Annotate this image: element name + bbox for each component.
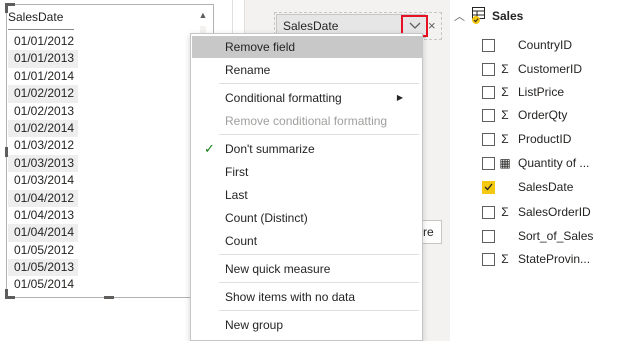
- field-name: ProductID: [518, 132, 572, 146]
- menu-item-label: Don't summarize: [225, 142, 315, 156]
- field-context-menu: Remove field Rename Conditional formatting…: [190, 33, 423, 341]
- sigma-icon: Σ: [501, 108, 509, 122]
- menu-item-last[interactable]: Last: [192, 184, 423, 206]
- field-checkbox[interactable]: [482, 85, 495, 99]
- menu-separator: [219, 310, 419, 311]
- field-item[interactable]: SalesDate: [482, 178, 573, 196]
- menu-item-label: Last: [225, 188, 248, 202]
- field-checkbox[interactable]: [482, 252, 495, 266]
- field-checkbox[interactable]: [482, 108, 495, 122]
- field-item[interactable]: Σ SalesOrderID: [482, 203, 591, 221]
- menu-separator: [219, 254, 419, 255]
- menu-item-show-items-with-no-data[interactable]: Show items with no data: [192, 286, 423, 308]
- menu-item-label: Rename: [225, 63, 271, 77]
- sigma-icon: Σ: [501, 252, 509, 266]
- menu-item-rename[interactable]: Rename: [192, 59, 423, 81]
- field-name: OrderQty: [518, 108, 568, 122]
- table-icon: [472, 7, 485, 24]
- table-row: 01/05/2014: [14, 277, 75, 292]
- field-item[interactable]: ▦ Quantity of ...: [482, 154, 589, 172]
- fields-table-header[interactable]: ︿ Sales: [454, 6, 523, 26]
- chevron-down-icon: [409, 22, 420, 29]
- menu-item-count-distinct[interactable]: Count (Distinct): [192, 207, 423, 229]
- table-row: 01/04/2014: [8, 224, 78, 242]
- sigma-icon: Σ: [501, 85, 509, 99]
- field-pill-label: SalesDate: [283, 19, 339, 33]
- fields-table-name: Sales: [492, 9, 524, 23]
- field-checkbox[interactable]: [482, 156, 495, 170]
- checkmark-icon: ✓: [204, 141, 215, 156]
- menu-item-first[interactable]: First: [192, 161, 423, 183]
- table-body: 01/01/2012 01/01/2013 01/01/2014 01/02/2012…: [8, 33, 78, 294]
- menu-separator: [219, 282, 419, 283]
- menu-item-conditional-formatting[interactable]: Conditional formatting ▶: [192, 87, 423, 109]
- menu-item-label: Count: [225, 234, 258, 248]
- field-item[interactable]: Σ StateProvin...: [482, 250, 590, 268]
- menu-item-new-quick-measure[interactable]: New quick measure: [192, 258, 423, 280]
- field-checkbox[interactable]: [482, 180, 495, 194]
- table-row: 01/05/2012: [14, 242, 75, 257]
- resize-handle[interactable]: [104, 296, 114, 299]
- sigma-icon: Σ: [501, 132, 509, 146]
- field-name: SalesDate: [518, 180, 574, 194]
- field-checkbox[interactable]: [482, 205, 495, 219]
- partial-button-label: re: [423, 225, 434, 239]
- menu-separator: [219, 134, 419, 135]
- menu-item-label: First: [225, 165, 249, 179]
- table-row: 01/01/2012: [14, 34, 75, 48]
- field-name: Quantity of ...: [518, 156, 590, 170]
- menu-item-label: Count (Distinct): [225, 211, 308, 225]
- field-item[interactable]: Sort_of_Sales: [482, 227, 593, 245]
- table-column-header[interactable]: SalesDate: [8, 6, 74, 30]
- field-item[interactable]: Σ CustomerID: [482, 60, 582, 78]
- field-name: StateProvin...: [518, 252, 591, 266]
- field-name: ListPrice: [518, 85, 565, 99]
- field-checkbox[interactable]: [482, 132, 495, 146]
- table-row: 01/04/2013: [14, 207, 75, 222]
- menu-item-remove-conditional-formatting: Remove conditional formatting: [192, 110, 423, 132]
- checkmark-icon: [484, 183, 493, 191]
- field-name: SalesOrderID: [518, 205, 591, 219]
- menu-item-label: Conditional formatting: [225, 91, 342, 105]
- field-name: CountryID: [518, 38, 573, 52]
- menu-separator: [219, 83, 419, 84]
- field-item[interactable]: Σ OrderQty: [482, 106, 567, 124]
- table-row: 01/02/2013: [14, 103, 75, 118]
- table-row: 01/02/2012: [8, 85, 78, 103]
- field-item[interactable]: Σ ProductID: [482, 130, 571, 148]
- table-row: 01/03/2014: [14, 173, 75, 188]
- menu-item-new-group[interactable]: New group: [192, 314, 423, 336]
- menu-item-label: Show items with no data: [225, 290, 356, 304]
- field-item[interactable]: Σ ListPrice: [482, 83, 564, 101]
- collapse-caret-icon[interactable]: ︿: [454, 8, 472, 24]
- menu-item-remove-field[interactable]: Remove field: [192, 36, 423, 58]
- sigma-icon: Σ: [501, 62, 509, 76]
- table-row: 01/01/2013: [8, 50, 78, 68]
- menu-item-count[interactable]: Count: [192, 230, 423, 252]
- field-checkbox[interactable]: [482, 229, 495, 243]
- table-row: 01/05/2013: [8, 259, 78, 277]
- calculator-icon: ▦: [499, 156, 511, 170]
- submenu-arrow-icon: ▶: [396, 93, 403, 102]
- close-icon[interactable]: ×: [428, 18, 436, 33]
- menu-item-label: New group: [225, 318, 284, 332]
- menu-item-label: Remove field: [225, 40, 296, 54]
- menu-item-label: Remove conditional formatting: [225, 114, 388, 128]
- field-item[interactable]: CountryID: [482, 36, 572, 54]
- field-name: CustomerID: [518, 62, 583, 76]
- field-checkbox[interactable]: [482, 38, 495, 52]
- table-row: 01/01/2014: [14, 68, 75, 83]
- table-row: 01/04/2012: [8, 189, 78, 207]
- table-row: 01/03/2013: [8, 154, 78, 173]
- sigma-icon: Σ: [501, 205, 509, 219]
- menu-item-label: New quick measure: [225, 262, 331, 276]
- table-row: 01/02/2014: [8, 119, 78, 138]
- field-checkbox[interactable]: [482, 62, 495, 76]
- scroll-up-icon[interactable]: ▲: [198, 10, 208, 20]
- table-row: 01/03/2012: [14, 138, 75, 153]
- field-name: Sort_of_Sales: [518, 229, 594, 243]
- menu-item-don-t-summarize[interactable]: Don't summarize ✓: [192, 138, 423, 160]
